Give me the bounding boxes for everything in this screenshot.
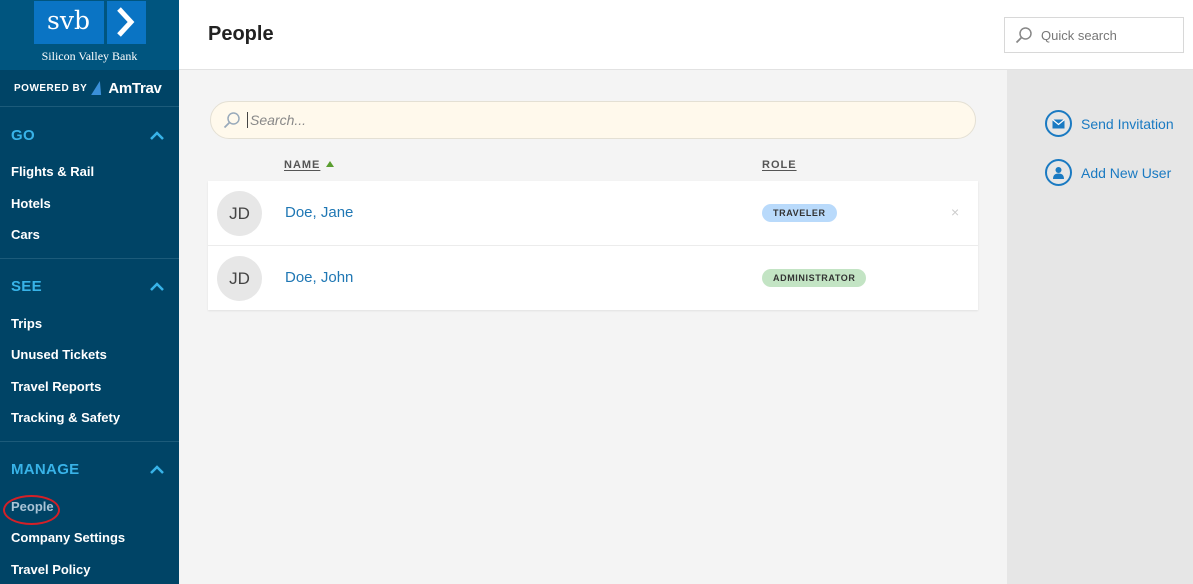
sidebar-item-company-settings[interactable]: Company Settings [0,522,179,554]
nav-section-header-see[interactable]: SEE [0,266,179,308]
sidebar-item-tracking-safety[interactable]: Tracking & Safety [0,402,179,434]
nav-section-go: GO Flights & Rail Hotels Cars [0,114,179,259]
nav-section-label: GO [11,126,35,144]
nav-section-see: SEE Trips Unused Tickets Travel Reports … [0,266,179,442]
role-badge: ADMINISTRATOR [762,268,867,287]
nav-section-manage: MANAGE People Company Settings Travel Po… [0,449,179,584]
sidebar-item-cars[interactable]: Cars [0,219,179,251]
people-table: JD Doe, Jane TRAVELER × JD Doe, John ADM… [208,181,978,310]
envelope-icon [1045,110,1072,137]
chevron-up-icon [150,465,164,474]
sidebar-item-people[interactable]: People [0,491,179,525]
avatar: JD [217,255,262,301]
user-icon [1045,159,1072,186]
people-search-input[interactable] [247,112,947,128]
quick-search-input[interactable] [1041,27,1171,43]
remove-icon[interactable]: × [951,204,959,220]
svb-logo-text: svb [33,1,104,44]
powered-by-bar: POWERED BY AmTrav [0,70,179,107]
person-name-link[interactable]: Doe, Jane [285,204,353,221]
logo-area: svb Silicon Valley Bank [0,0,179,70]
chevron-up-icon [150,282,164,291]
page-header: People [179,0,1193,70]
table-row[interactable]: JD Doe, John ADMINISTRATOR [208,246,978,311]
sidebar-item-flights-rail[interactable]: Flights & Rail [0,156,179,188]
people-search-bar[interactable] [210,101,976,139]
column-header-label: NAME [284,159,321,171]
sidebar-item-travel-policy[interactable]: Travel Policy [0,554,179,584]
add-new-user-label: Add New User [1081,164,1172,181]
search-icon [223,112,240,129]
column-header-role[interactable]: ROLE [762,159,797,171]
amtrav-logo: AmTrav [91,79,162,97]
nav-section-label: MANAGE [11,461,80,478]
nav-section-header-go[interactable]: GO [0,114,179,156]
svb-logo-subtitle: Silicon Valley Bank [41,49,138,63]
send-invitation-label: Send Invitation [1081,115,1174,132]
svb-logo[interactable]: svb Silicon Valley Bank [33,1,146,67]
column-header-name[interactable]: NAME [284,159,335,171]
nav-section-label: SEE [11,278,42,295]
avatar: JD [217,191,262,236]
sidebar-item-unused-tickets[interactable]: Unused Tickets [0,339,179,371]
nav-section-header-manage[interactable]: MANAGE [0,449,179,491]
sidebar-item-trips[interactable]: Trips [0,308,179,340]
chevron-right-icon [106,1,146,44]
amtrav-wordmark: AmTrav [108,79,162,97]
add-new-user-button[interactable]: Add New User [1045,159,1171,186]
powered-by-label: POWERED BY [14,82,88,94]
send-invitation-button[interactable]: Send Invitation [1045,110,1174,137]
person-name-link[interactable]: Doe, John [285,269,353,286]
chevron-up-icon [150,130,164,140]
sidebar: svb Silicon Valley Bank POWERED BY AmTra… [0,0,179,584]
quick-search-box[interactable] [1004,17,1184,53]
sidebar-item-hotels[interactable]: Hotels [0,188,179,220]
people-main: NAME ROLE JD Doe, Jane TRAVELER × JD Doe… [179,70,1007,584]
page-title: People [208,23,274,45]
sort-ascending-icon [326,161,335,167]
active-highlight-circle [3,494,60,525]
sidebar-item-travel-reports[interactable]: Travel Reports [0,371,179,403]
amtrav-mark-icon [91,81,106,95]
table-row[interactable]: JD Doe, Jane TRAVELER × [208,181,978,246]
role-badge: TRAVELER [762,204,837,222]
search-icon [1015,27,1032,44]
actions-panel: Send Invitation Add New User [1007,70,1193,584]
